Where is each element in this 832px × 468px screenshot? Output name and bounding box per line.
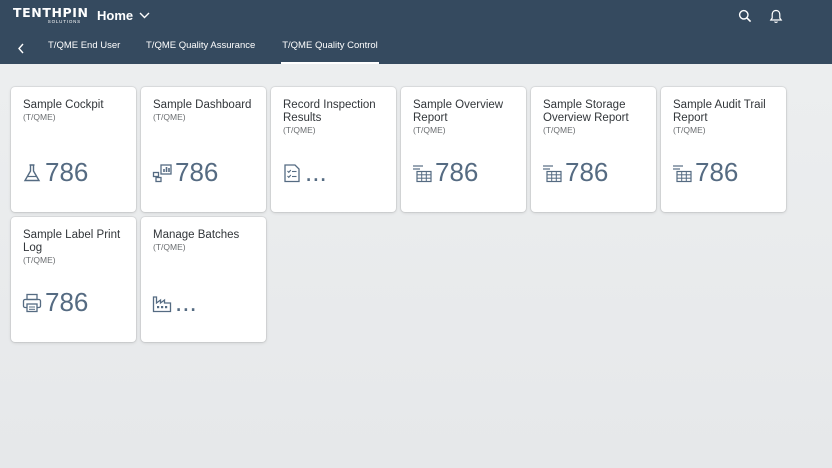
tab-end-user[interactable]: T/QME End User: [48, 40, 120, 64]
tile-subtitle: (T/QME): [413, 125, 446, 135]
tab-quality-assurance[interactable]: T/QME Quality Assurance: [146, 40, 255, 64]
tile-kpi-value: ...: [175, 287, 197, 317]
flask-icon: [23, 164, 41, 182]
tile-subtitle: (T/QME): [283, 125, 316, 135]
tile-title: Sample Label Print Log: [23, 229, 121, 254]
search-icon: [738, 9, 752, 23]
tile-title: Manage Batches: [153, 229, 240, 241]
checklist-icon: [284, 164, 300, 183]
dashboard-icon: [152, 164, 172, 183]
logo-text: TENTHPIN: [13, 5, 89, 20]
shell-bar: TENTHPIN SOLUTIONS Home T/QME End User T…: [0, 0, 832, 64]
space-navigation-bar: T/QME End User T/QME Quality Assurance T…: [0, 30, 832, 64]
tile-sample-label-print-log[interactable]: Sample Label Print Log (T/QME) 786: [11, 217, 136, 342]
tab-quality-control[interactable]: T/QME Quality Control: [281, 40, 379, 64]
printer-icon: [22, 293, 42, 313]
tile-kpi-value: ...: [305, 157, 327, 187]
tile-kpi-value: 786: [565, 157, 609, 187]
tile-title: Record Inspection Results: [283, 99, 376, 124]
home-menu-button[interactable]: Home: [97, 7, 150, 23]
tile-manage-batches[interactable]: Manage Batches (T/QME) ...: [141, 217, 266, 342]
tile-sample-audit-trail-report[interactable]: Sample Audit Trail Report (T/QME) 786: [661, 87, 786, 212]
company-logo[interactable]: TENTHPIN SOLUTIONS: [13, 5, 89, 26]
table-report-icon: [543, 165, 562, 183]
tile-sample-cockpit[interactable]: Sample Cockpit (T/QME) 786: [11, 87, 136, 212]
bell-icon: [769, 9, 783, 23]
tile-sample-dashboard[interactable]: Sample Dashboard (T/QME) 786: [141, 87, 266, 212]
table-report-icon: [673, 165, 692, 183]
chevron-down-icon: [139, 12, 150, 18]
tile-subtitle: (T/QME): [23, 255, 56, 265]
notifications-button[interactable]: [766, 6, 786, 26]
tile-kpi-value: 786: [435, 157, 479, 187]
tile-title: Sample Cockpit: [23, 99, 104, 111]
table-report-icon: [413, 165, 432, 183]
tile-kpi-value: 786: [45, 157, 89, 187]
back-button[interactable]: [12, 39, 30, 57]
tile-subtitle: (T/QME): [153, 112, 186, 122]
tile-title: Sample Overview Report: [413, 99, 504, 124]
tile-kpi-value: 786: [175, 157, 219, 187]
tile-kpi-value: 786: [695, 157, 739, 187]
chevron-left-icon: [18, 43, 24, 53]
tile-title: Sample Storage Overview Report: [543, 99, 629, 124]
tile-subtitle: (T/QME): [23, 112, 56, 122]
tile-title: Sample Audit Trail Report: [673, 99, 766, 124]
tile-record-inspection-results[interactable]: Record Inspection Results (T/QME) ...: [271, 87, 396, 212]
tile-sample-storage-overview-report[interactable]: Sample Storage Overview Report (T/QME) 7…: [531, 87, 656, 212]
tile-subtitle: (T/QME): [673, 125, 706, 135]
search-button[interactable]: [735, 6, 755, 26]
tile-title: Sample Dashboard: [153, 99, 252, 111]
tile-subtitle: (T/QME): [153, 242, 186, 252]
tile-kpi-value: 786: [45, 287, 89, 317]
tile-sample-overview-report[interactable]: Sample Overview Report (T/QME) 786: [401, 87, 526, 212]
tile-subtitle: (T/QME): [543, 125, 576, 135]
home-title: Home: [97, 7, 134, 23]
factory-icon: [152, 296, 172, 313]
